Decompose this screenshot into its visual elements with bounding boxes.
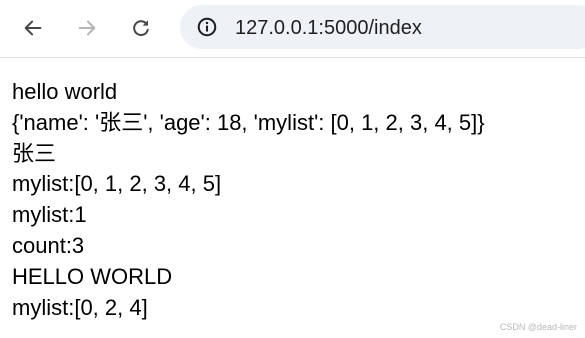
reload-icon (133, 20, 149, 36)
output-line: hello world (12, 79, 118, 104)
arrow-right-icon (78, 20, 96, 36)
reload-button[interactable] (124, 11, 158, 45)
page-content: hello world {'name': '张三', 'age': 18, 'm… (12, 77, 485, 323)
output-line: 张三 (12, 140, 57, 166)
arrow-left-icon (24, 20, 42, 36)
url-text[interactable]: 127.0.0.1:5000/index (235, 16, 422, 40)
site-info-button[interactable] (190, 10, 224, 44)
forward-button[interactable] (70, 11, 104, 45)
watermark: CSDN @dead-liner (499, 322, 577, 332)
browser-toolbar: 127.0.0.1:5000/index (0, 0, 585, 58)
output-line: HELLO WORLD (12, 263, 173, 289)
output-line: mylist:[0, 1, 2, 3, 4, 5] (12, 171, 222, 197)
address-bar[interactable]: 127.0.0.1:5000/index (180, 5, 585, 49)
output-line: mylist:[0, 2, 4] (12, 294, 148, 320)
back-button[interactable] (16, 11, 50, 45)
output-line: {'name': '张三', 'age': 18, 'mylist': [0, … (12, 109, 485, 135)
info-icon (197, 17, 217, 37)
output-line: count:3 (12, 232, 85, 258)
output-line: mylist:1 (12, 202, 87, 228)
